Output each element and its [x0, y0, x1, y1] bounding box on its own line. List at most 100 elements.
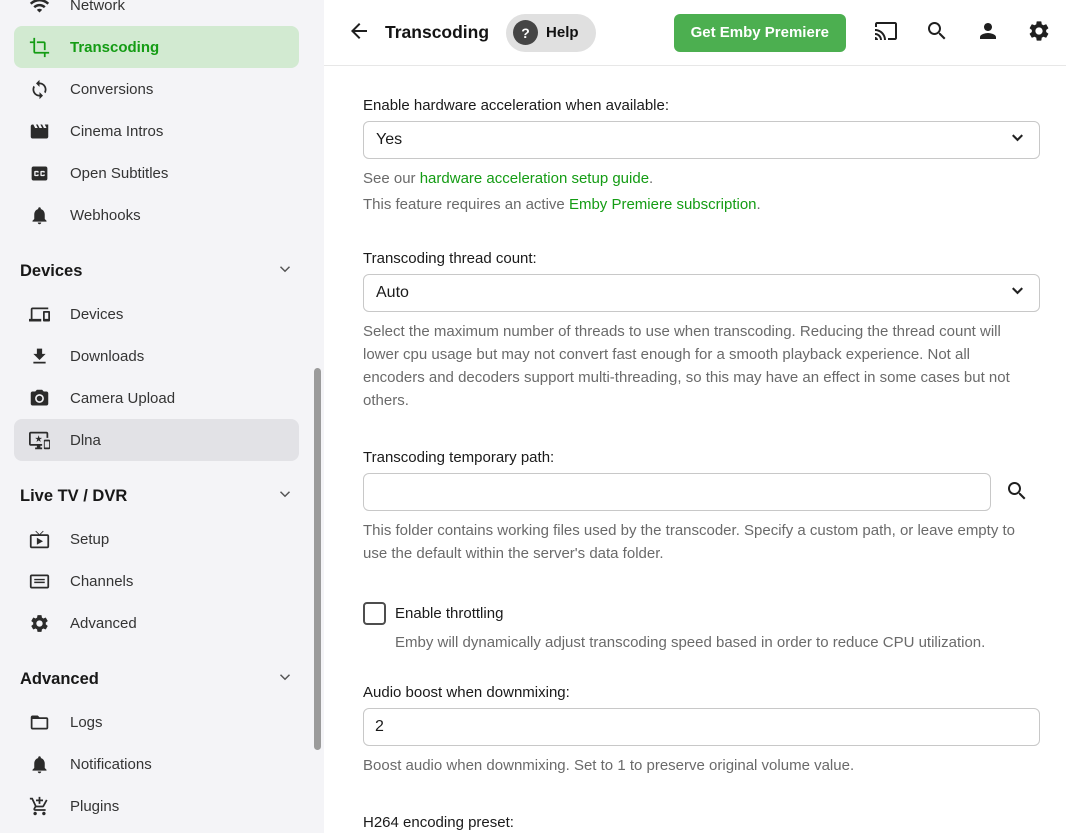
folder-icon [28, 711, 50, 733]
sidebar-section-devices[interactable]: Devices [0, 249, 324, 293]
h264-preset-label: H264 encoding preset: [363, 814, 1041, 831]
sidebar-item-plugins[interactable]: Plugins [14, 785, 299, 827]
channels-icon [28, 570, 50, 592]
sidebar-item-scheduled-tasks[interactable]: Scheduled Tasks [14, 827, 299, 833]
section-label: Live TV / DVR [20, 487, 127, 506]
wifi-icon [28, 0, 50, 16]
temp-path-group: Transcoding temporary path: This folder … [363, 449, 1041, 565]
throttling-label: Enable throttling [395, 605, 503, 622]
temp-path-input[interactable] [363, 473, 991, 511]
sidebar-item-setup[interactable]: Setup [14, 518, 299, 560]
sidebar-item-network[interactable]: Network [14, 0, 299, 26]
help-button[interactable]: ? Help [506, 14, 596, 52]
sidebar-item-label: Devices [70, 306, 123, 323]
thread-count-label: Transcoding thread count: [363, 250, 1041, 267]
search-button[interactable] [924, 20, 950, 46]
help-icon: ? [513, 20, 538, 45]
sidebar-item-label: Setup [70, 531, 109, 548]
person-icon [976, 19, 1000, 46]
temp-path-description: This folder contains working files used … [363, 519, 1023, 565]
closed-caption-icon [28, 162, 50, 184]
sidebar-section-advanced[interactable]: Advanced [0, 657, 324, 701]
sidebar-nav: Network Transcoding Conversions Cinema Intr… [0, 0, 324, 833]
sidebar-item-label: Dlna [70, 432, 101, 449]
transcoding-form: Enable hardware acceleration when availa… [324, 66, 1066, 833]
download-icon [28, 345, 50, 367]
sidebar-item-label: Network [70, 0, 125, 14]
audio-boost-label: Audio boost when downmixing: [363, 684, 1041, 701]
main-area: Transcoding ? Help Get Emby Premiere Ena… [324, 0, 1066, 833]
search-icon [1005, 479, 1029, 506]
sidebar-item-label: Downloads [70, 348, 144, 365]
sidebar-item-label: Advanced [70, 615, 137, 632]
chevron-down-icon [276, 485, 294, 508]
sidebar-item-advanced-livetv[interactable]: Advanced [14, 602, 299, 644]
sidebar-item-label: Logs [70, 714, 103, 731]
audio-boost-description: Boost audio when downmixing. Set to 1 to… [363, 754, 1023, 777]
sidebar-item-label: Notifications [70, 756, 152, 773]
audio-boost-input[interactable] [363, 708, 1040, 746]
settings-button[interactable] [1026, 20, 1052, 46]
page-title: Transcoding [385, 22, 489, 43]
browse-path-button[interactable] [1004, 479, 1030, 505]
sidebar-item-notifications[interactable]: Notifications [14, 743, 299, 785]
cast-button[interactable] [873, 20, 899, 46]
sidebar-item-downloads[interactable]: Downloads [14, 335, 299, 377]
throttling-group: Enable throttling Emby will dynamically … [363, 602, 1041, 654]
devices-icon [28, 303, 50, 325]
sidebar-item-logs[interactable]: Logs [14, 701, 299, 743]
sidebar-item-channels[interactable]: Channels [14, 560, 299, 602]
sidebar-item-label: Cinema Intros [70, 123, 163, 140]
get-emby-premiere-button[interactable]: Get Emby Premiere [674, 14, 846, 52]
sidebar-section-live-tv-dvr[interactable]: Live TV / DVR [0, 474, 324, 518]
sidebar-item-label: Webhooks [70, 207, 141, 224]
thread-count-select[interactable]: Auto [363, 274, 1040, 312]
back-button[interactable] [346, 20, 372, 46]
cast-device-icon [28, 429, 50, 451]
sidebar-item-conversions[interactable]: Conversions [14, 68, 299, 110]
cart-plus-icon [28, 795, 50, 817]
hw-accel-help-2: This feature requires an active Emby Pre… [363, 196, 1041, 213]
arrow-back-icon [347, 19, 371, 46]
sidebar-item-devices[interactable]: Devices [14, 293, 299, 335]
sidebar-item-cinema-intros[interactable]: Cinema Intros [14, 110, 299, 152]
audio-boost-group: Audio boost when downmixing: Boost audio… [363, 684, 1041, 777]
chevron-down-icon [276, 260, 294, 283]
emby-premiere-link[interactable]: Emby Premiere subscription [569, 196, 757, 213]
sidebar-item-label: Channels [70, 573, 133, 590]
hw-accel-value: Yes [376, 131, 1008, 149]
throttling-description: Emby will dynamically adjust transcoding… [395, 631, 1041, 654]
sidebar-item-open-subtitles[interactable]: Open Subtitles [14, 152, 299, 194]
chevron-down-icon [1008, 128, 1027, 152]
chevron-down-icon [276, 668, 294, 691]
section-label: Advanced [20, 670, 99, 689]
cast-icon [874, 19, 898, 46]
help-label: Help [546, 24, 579, 41]
sync-icon [28, 78, 50, 100]
enable-throttling-checkbox[interactable] [363, 602, 386, 625]
sidebar-item-label: Open Subtitles [70, 165, 168, 182]
sidebar-item-label: Transcoding [70, 39, 159, 56]
crop-icon [28, 36, 50, 58]
bell-icon [28, 204, 50, 226]
hw-accel-label: Enable hardware acceleration when availa… [363, 97, 1041, 114]
hw-accel-select[interactable]: Yes [363, 121, 1040, 159]
search-icon [925, 19, 949, 46]
thread-count-group: Transcoding thread count: Auto Select th… [363, 250, 1041, 412]
sidebar-item-dlna[interactable]: Dlna [14, 419, 299, 461]
bell-icon [28, 753, 50, 775]
thread-count-description: Select the maximum number of threads to … [363, 320, 1023, 412]
chevron-down-icon [1008, 281, 1027, 305]
sidebar-item-webhooks[interactable]: Webhooks [14, 194, 299, 236]
hw-accel-help-1: See our hardware acceleration setup guid… [363, 170, 1041, 187]
gear-icon [28, 612, 50, 634]
sidebar-item-transcoding[interactable]: Transcoding [14, 26, 299, 68]
sidebar-scrollbar[interactable] [314, 368, 321, 750]
hw-accel-guide-link[interactable]: hardware acceleration setup guide [420, 170, 649, 187]
gear-icon [1027, 19, 1051, 46]
camera-icon [28, 387, 50, 409]
sidebar-item-camera-upload[interactable]: Camera Upload [14, 377, 299, 419]
temp-path-label: Transcoding temporary path: [363, 449, 1041, 466]
sidebar-item-label: Conversions [70, 81, 153, 98]
user-button[interactable] [975, 20, 1001, 46]
